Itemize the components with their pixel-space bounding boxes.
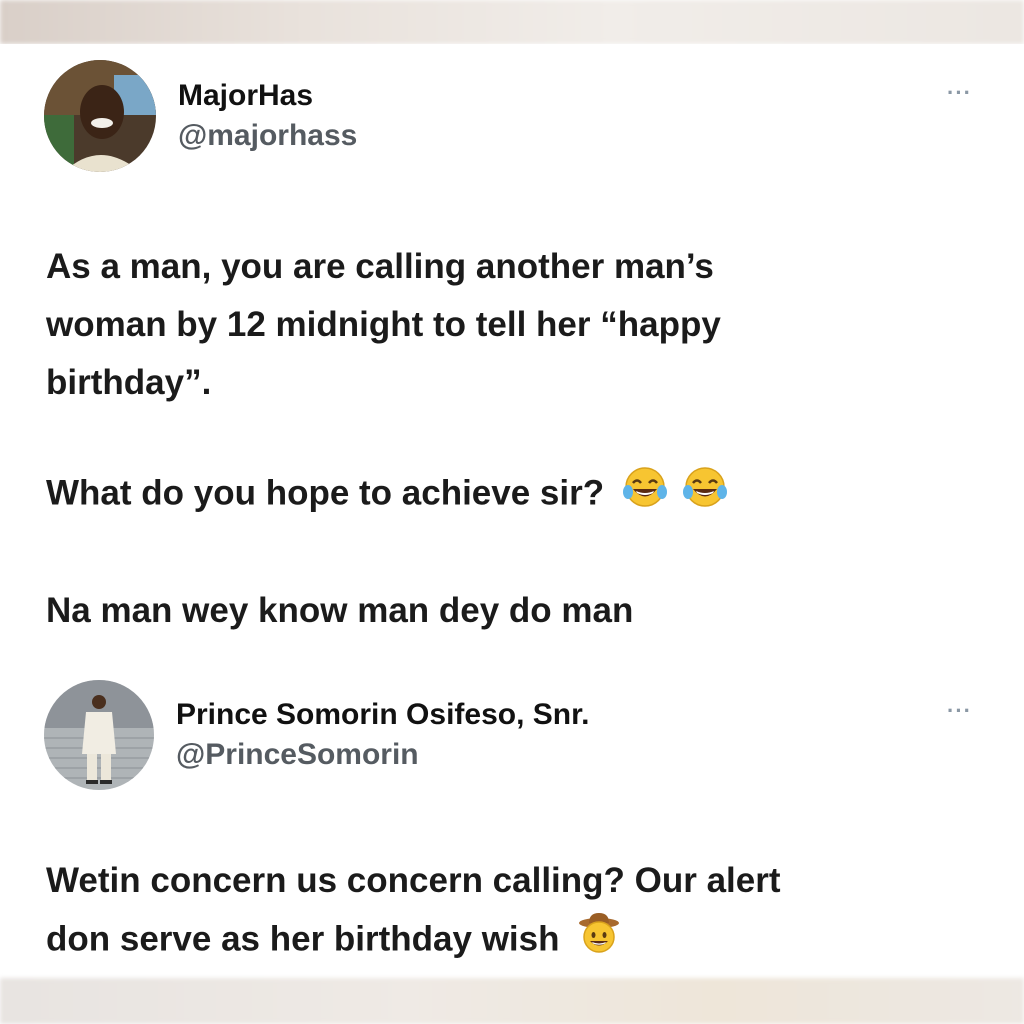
author-display-name[interactable]: MajorHas xyxy=(178,76,357,116)
face-with-tears-of-joy-icon xyxy=(682,466,728,524)
tweet-2-text-line-2: don serve as her birthday wish xyxy=(46,912,621,970)
tweet-1-paragraph-2: What do you hope to achieve sir? xyxy=(46,466,728,524)
author-handle[interactable]: @majorhass xyxy=(178,116,357,156)
face-with-tears-of-joy-icon xyxy=(622,466,668,524)
blurred-background-top xyxy=(0,0,1024,44)
blurred-background-bottom xyxy=(0,978,1024,1024)
profile-photo-icon xyxy=(44,680,154,790)
tweet-1-text-line-2: woman by 12 midnight to tell her “happy xyxy=(46,305,721,344)
cowboy-hat-face-icon xyxy=(577,912,621,970)
author-names: Prince Somorin Osifeso, Snr. @PrinceSomo… xyxy=(176,695,589,775)
avatar[interactable] xyxy=(44,680,154,790)
tweet-1-text-line-1: As a man, you are calling another man’s xyxy=(46,247,714,286)
tweet-1-text-line-3: birthday”. xyxy=(46,363,212,402)
tweet-card: MajorHas @majorhass ··· As a man, you ar… xyxy=(0,44,1024,978)
tweet-2-text-line-1: Wetin concern us concern calling? Our al… xyxy=(46,861,781,900)
ellipsis-icon[interactable]: ··· xyxy=(947,80,972,106)
profile-photo-icon xyxy=(44,60,156,172)
tweet-2-text-line-2-text: don serve as her birthday wish xyxy=(46,919,560,959)
ellipsis-icon[interactable]: ··· xyxy=(947,698,972,724)
tweet-2-header: Prince Somorin Osifeso, Snr. @PrinceSomo… xyxy=(44,680,589,790)
avatar[interactable] xyxy=(44,60,156,172)
author-handle[interactable]: @PrinceSomorin xyxy=(176,735,589,775)
author-names: MajorHas @majorhass xyxy=(178,76,357,156)
tweet-1-paragraph-2-text: What do you hope to achieve sir? xyxy=(46,473,605,513)
author-display-name[interactable]: Prince Somorin Osifeso, Snr. xyxy=(176,695,589,735)
tweet-1-header: MajorHas @majorhass xyxy=(44,60,357,172)
tweet-1-paragraph-3: Na man wey know man dey do man xyxy=(46,591,634,630)
screenshot-frame: MajorHas @majorhass ··· As a man, you ar… xyxy=(0,0,1024,1024)
